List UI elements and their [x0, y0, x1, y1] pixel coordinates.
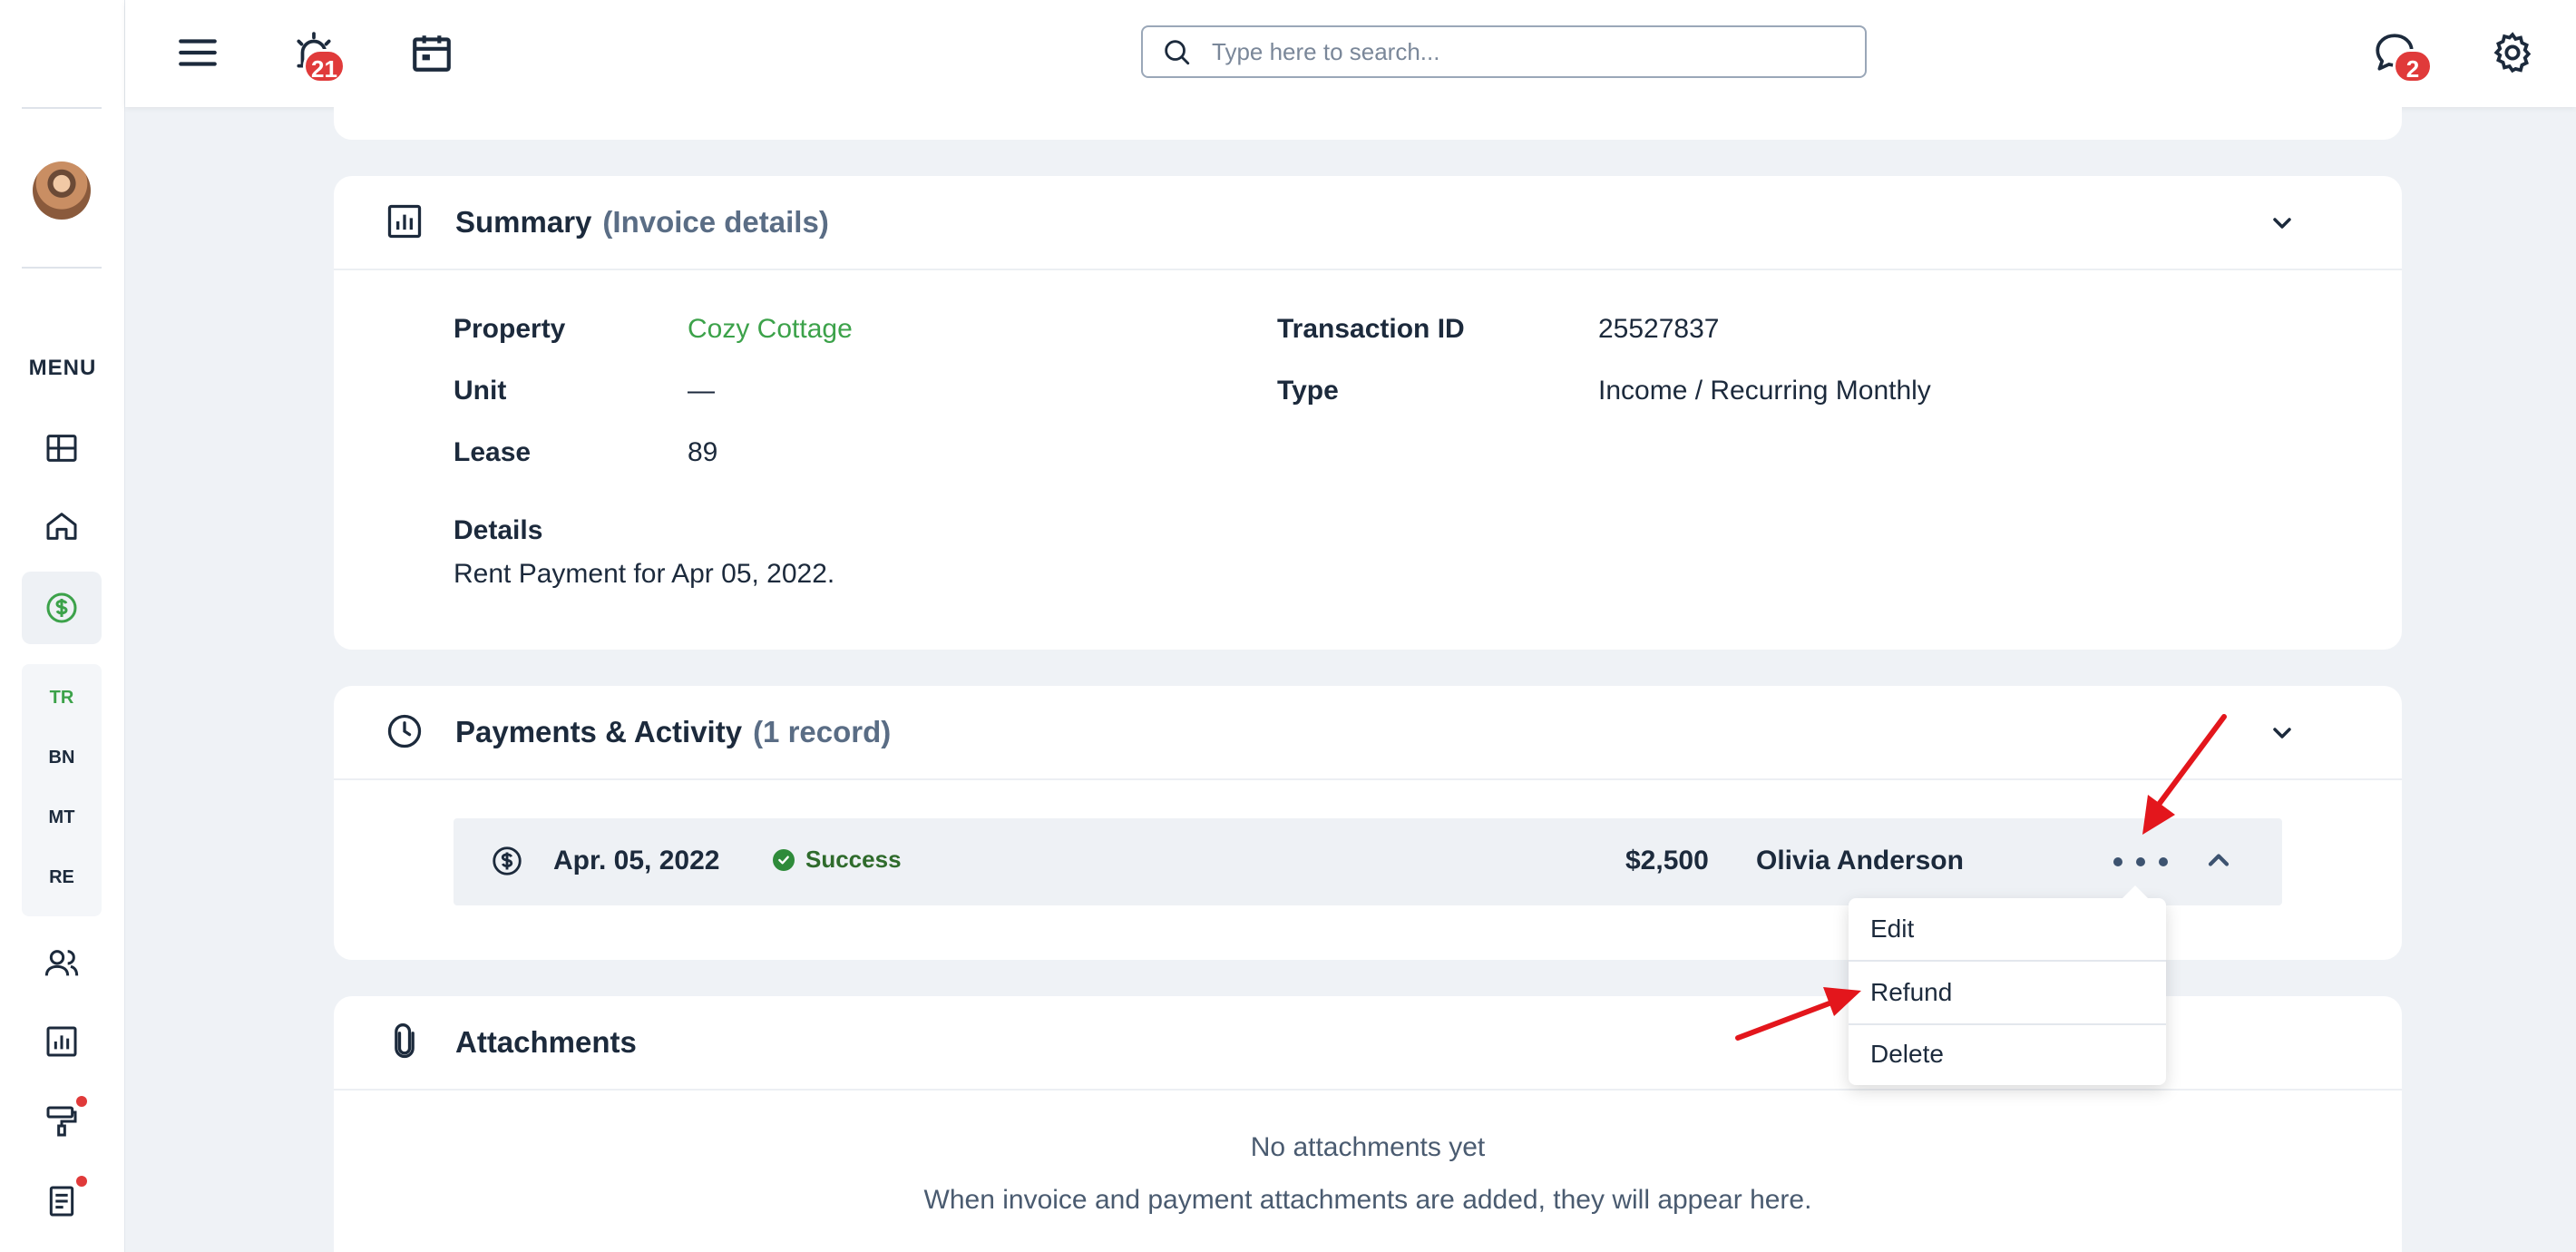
payment-row[interactable]: Apr. 05, 2022 Success $2,500 Olivia Ande…: [454, 818, 2282, 905]
chevron-up-icon[interactable]: [2202, 844, 2239, 880]
unit-value: —: [688, 376, 715, 406]
sidebar: MENU TR BN MT RE: [0, 0, 125, 1252]
menu-item-edit[interactable]: Edit: [1849, 898, 2166, 960]
payment-date: Apr. 05, 2022: [553, 846, 720, 875]
chevron-down-icon[interactable]: [2268, 719, 2300, 751]
alerts-badge: 21: [303, 49, 346, 83]
transaction-id-value: 25527837: [1598, 314, 1720, 344]
status-badge: Success: [773, 846, 902, 874]
details-label: Details: [454, 515, 543, 545]
notification-dot: [76, 1176, 87, 1187]
sidebar-divider: [22, 267, 102, 269]
payments-title: Payments & Activity (1 record): [455, 715, 892, 748]
summary-header[interactable]: Summary (Invoice details): [334, 176, 2402, 270]
row-actions-menu: Edit Refund Delete: [1849, 885, 2166, 1085]
dashboard-icon[interactable]: [40, 426, 83, 470]
sidebar-subitem-tr[interactable]: TR: [22, 688, 102, 709]
sidebar-subitem-bn[interactable]: BN: [22, 748, 102, 768]
topbar: 21 2: [125, 0, 2576, 107]
chevron-down-icon[interactable]: [2268, 209, 2300, 241]
lease-label: Lease: [454, 437, 532, 467]
messages-badge: 2: [2393, 49, 2433, 83]
sidebar-subitem-re[interactable]: RE: [22, 867, 102, 888]
maintenance-icon[interactable]: [40, 1100, 83, 1143]
more-options-icon[interactable]: [2113, 846, 2168, 878]
sidebar-subitem-mt[interactable]: MT: [22, 807, 102, 828]
paperclip-icon: [385, 1022, 428, 1065]
users-icon[interactable]: [40, 942, 83, 985]
calendar-icon[interactable]: [406, 27, 457, 78]
hamburger-menu-icon[interactable]: [172, 27, 223, 78]
clock-icon: [385, 711, 428, 755]
transaction-id-label: Transaction ID: [1277, 314, 1465, 344]
property-link[interactable]: Cozy Cottage: [688, 314, 853, 345]
unit-label: Unit: [454, 376, 507, 406]
menu-item-refund[interactable]: Refund: [1849, 962, 2166, 1023]
summary-card: Summary (Invoice details) Property Cozy C…: [334, 176, 2402, 650]
search-input[interactable]: [1212, 37, 1829, 66]
notes-icon[interactable]: [40, 1179, 83, 1223]
gear-icon[interactable]: [2487, 27, 2538, 78]
home-icon[interactable]: [40, 504, 83, 548]
reports-icon[interactable]: [40, 1020, 83, 1063]
annotation-arrow-icon: [1735, 987, 1861, 1041]
details-value: Rent Payment for Apr 05, 2022.: [454, 559, 835, 589]
empty-state-title: No attachments yet: [1250, 1132, 1486, 1162]
search-icon: [1165, 40, 1190, 65]
lease-value: 89: [688, 437, 718, 467]
type-value: Income / Recurring Monthly: [1598, 376, 1931, 406]
property-label: Property: [454, 314, 566, 344]
type-label: Type: [1277, 376, 1339, 406]
attachments-title: Attachments: [455, 1025, 637, 1059]
previous-card: [334, 107, 2402, 140]
search-box[interactable]: [1141, 25, 1867, 78]
bar-chart-icon: [385, 201, 428, 245]
empty-state-description: When invoice and payment attachments are…: [923, 1185, 1812, 1215]
menu-item-delete[interactable]: Delete: [1849, 1023, 2166, 1085]
payment-amount: $2,500: [1625, 846, 1709, 875]
dollar-circle-icon[interactable]: [40, 586, 83, 630]
menu-label: MENU: [28, 356, 97, 380]
payment-payer: Olivia Anderson: [1756, 846, 1964, 875]
sidebar-divider: [22, 107, 102, 109]
notification-dot: [76, 1096, 87, 1107]
avatar[interactable]: [33, 161, 91, 220]
dollar-circle-icon: [490, 844, 526, 880]
payments-header[interactable]: Payments & Activity (1 record): [334, 686, 2402, 780]
annotation-arrow-icon: [2142, 714, 2227, 835]
check-icon: [773, 848, 795, 871]
summary-title: Summary (Invoice details): [455, 205, 829, 239]
